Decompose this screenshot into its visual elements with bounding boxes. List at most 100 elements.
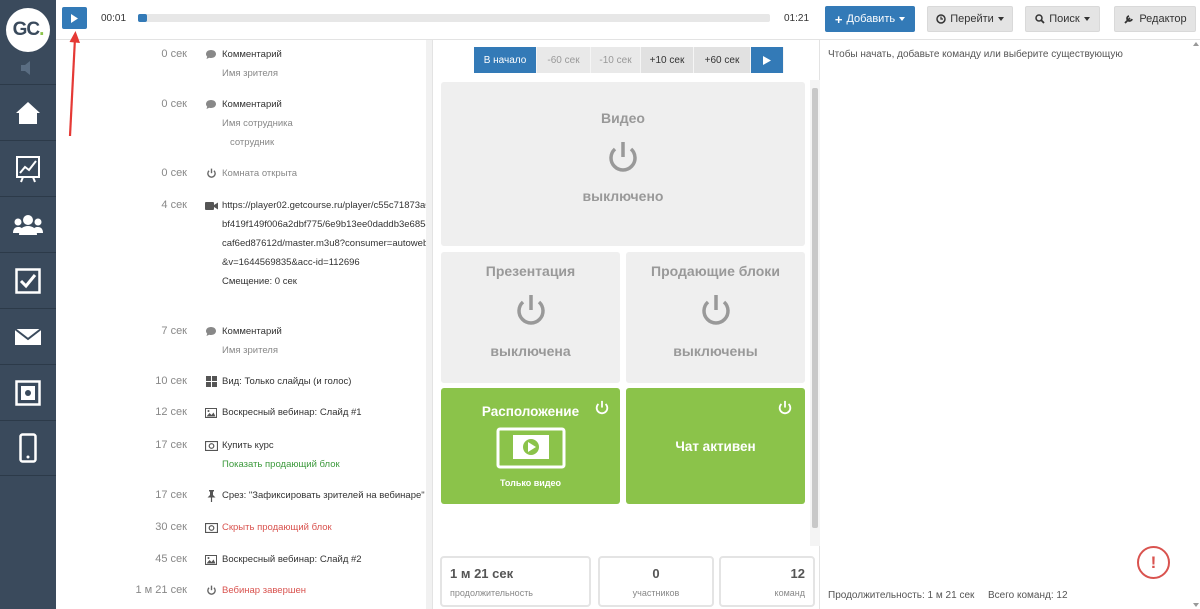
event-line: Комментарий xyxy=(222,49,282,60)
seek-minus10-button[interactable]: -10 сек xyxy=(591,47,641,73)
safe-icon[interactable] xyxy=(0,364,56,420)
duration-footer: Продолжительность: 1 м 21 сек xyxy=(828,590,975,601)
comment-icon xyxy=(204,48,218,61)
money-icon xyxy=(204,439,218,452)
users-icon[interactable] xyxy=(0,196,56,252)
goto-button[interactable]: Перейти xyxy=(927,6,1013,32)
event-body: Вид: Только слайды (и голос) xyxy=(222,372,432,391)
seek-toolbar: В начало -60 сек -10 сек +10 сек +60 сек xyxy=(474,47,784,73)
comment-icon xyxy=(204,325,218,338)
event-time: 1 м 21 сек xyxy=(135,584,187,596)
chat-tile[interactable]: Чат активен xyxy=(626,388,805,504)
control-panel: В начало -60 сек -10 сек +10 сек +60 сек… xyxy=(432,40,820,609)
event-time: 0 сек xyxy=(161,167,187,179)
plus-icon: + xyxy=(834,11,843,27)
event-body: Комментарий Имя зрителя xyxy=(222,45,432,83)
left-sidebar: GC. xyxy=(0,0,56,609)
layout-tile[interactable]: Расположение Только видео xyxy=(441,388,620,504)
search-icon xyxy=(1035,14,1045,24)
event-time: 17 сек xyxy=(155,439,187,451)
power-icon xyxy=(595,400,609,415)
event-body: Скрыть продающий блок xyxy=(222,518,432,537)
event-line: Воскресный вебинар: Слайд #1 xyxy=(222,407,362,418)
total-time: 01:21 xyxy=(784,13,810,24)
play-icon xyxy=(71,13,78,23)
progress-fill xyxy=(138,14,148,22)
search-button[interactable]: Поиск xyxy=(1025,6,1100,32)
clock-icon xyxy=(936,14,946,24)
image-icon xyxy=(204,553,218,566)
event-line: Имя зрителя xyxy=(222,68,278,79)
editor-button[interactable]: Редактор xyxy=(1114,6,1196,32)
event-time: 7 сек xyxy=(161,325,187,337)
mail-icon[interactable] xyxy=(0,308,56,364)
mobile-phone-icon[interactable] xyxy=(0,420,56,476)
event-line: Срез: "Зафиксировать зрителей на вебинар… xyxy=(222,490,425,501)
event-time: 12 сек xyxy=(155,406,187,418)
power-icon xyxy=(609,142,637,172)
video-tile[interactable]: Видео выключено xyxy=(441,82,805,246)
chevron-down-icon xyxy=(997,17,1004,21)
power-icon xyxy=(701,295,730,325)
video-screen-icon xyxy=(496,427,565,469)
event-body: Комментарий Имя сотрудника сотрудник xyxy=(222,95,432,152)
presentation-tile[interactable]: Презентация выключена xyxy=(441,252,620,383)
event-line: Смещение: 0 сек xyxy=(222,276,297,287)
wrench-icon xyxy=(1124,15,1134,24)
seek-minus60-button[interactable]: -60 сек xyxy=(537,47,591,73)
seek-plus10-button[interactable]: +10 сек xyxy=(641,47,694,73)
event-line: Вид: Только слайды (и голос) xyxy=(222,376,352,387)
play-icon xyxy=(763,55,771,65)
event-body: https://player02.getcourse.ru/player/c55… xyxy=(222,196,432,291)
play-button[interactable] xyxy=(62,7,87,29)
seek-plus60-button[interactable]: +60 сек xyxy=(694,47,751,73)
event-line: Купить курс xyxy=(222,440,274,451)
player-toolbar: 00:01 01:21 + Добавить Перейти Поиск Ред… xyxy=(56,0,1200,40)
stat-commands: 12 команд xyxy=(719,556,815,607)
event-time: 30 сек xyxy=(155,521,187,533)
stat-duration: 1 м 21 сек продолжительность xyxy=(440,556,591,607)
event-time: 0 сек xyxy=(161,98,187,110)
event-line: Комментарий xyxy=(222,99,282,110)
center-scrollbar[interactable] xyxy=(810,80,820,546)
current-time: 00:01 xyxy=(101,13,127,24)
money-icon xyxy=(204,521,218,534)
event-body: Воскресный вебинар: Слайд #1 xyxy=(222,403,432,422)
alert-icon[interactable]: ! xyxy=(1137,546,1170,579)
event-time: 4 сек xyxy=(161,199,187,211)
editor-panel: Чтобы начать, добавьте команду или выбер… xyxy=(820,40,1200,609)
event-line: Воскресный вебинар: Слайд #2 xyxy=(222,554,362,565)
event-line[interactable]: Показать продающий блок xyxy=(222,455,432,474)
seek-start-button[interactable]: В начало xyxy=(474,47,537,73)
event-line: Имя сотрудника xyxy=(222,118,293,129)
event-body: Комментарий Имя зрителя xyxy=(222,322,432,360)
power-icon xyxy=(204,584,218,597)
add-button[interactable]: + Добавить xyxy=(825,6,915,32)
selling-blocks-tile[interactable]: Продающие блоки выключены xyxy=(626,252,805,383)
power-icon xyxy=(778,400,792,415)
image-icon xyxy=(204,406,218,419)
chart-icon[interactable] xyxy=(0,140,56,196)
event-body: Вебинар завершен xyxy=(222,581,432,600)
chevron-down-icon xyxy=(899,17,906,21)
annotation-arrow xyxy=(68,31,80,137)
scrollbar-thumb[interactable] xyxy=(812,88,818,528)
commands-count-footer: Всего команд: 12 xyxy=(988,590,1068,601)
logo[interactable]: GC. xyxy=(6,8,50,52)
event-time: 0 сек xyxy=(161,48,187,60)
tasks-checkbox-icon[interactable] xyxy=(0,252,56,308)
event-line: Имя зрителя xyxy=(222,345,278,356)
chevron-down-icon xyxy=(1083,17,1090,21)
right-scrollbar[interactable] xyxy=(1192,40,1200,609)
event-line[interactable]: Вебинар завершен xyxy=(222,581,432,600)
event-body: Срез: "Зафиксировать зрителей на вебинар… xyxy=(222,486,432,505)
event-line[interactable]: Скрыть продающий блок xyxy=(222,518,432,537)
power-icon xyxy=(516,295,545,325)
power-icon xyxy=(204,167,218,180)
home-icon[interactable] xyxy=(0,84,56,140)
speaker-icon[interactable] xyxy=(18,60,38,76)
event-line: Комментарий xyxy=(222,326,282,337)
seek-play-button[interactable] xyxy=(751,47,784,73)
progress-bar[interactable] xyxy=(138,14,770,22)
event-time: 17 сек xyxy=(155,489,187,501)
